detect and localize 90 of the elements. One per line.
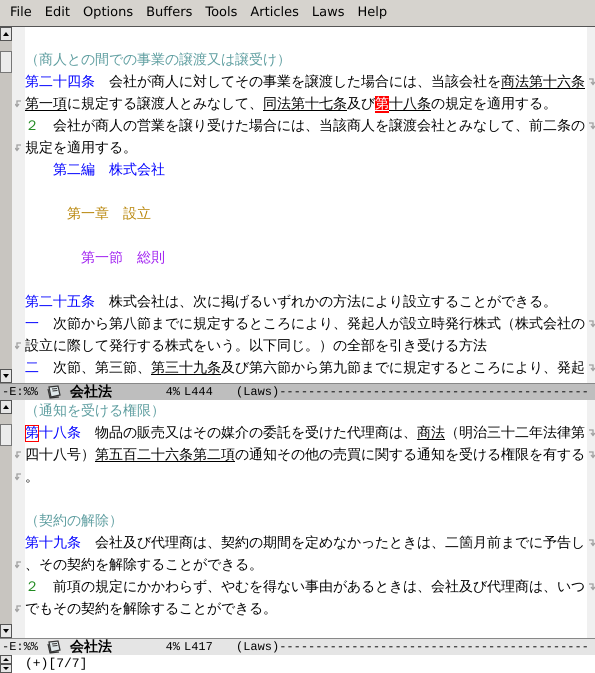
law-text: （明治三十二年法律第 — [445, 424, 585, 442]
paragraph-number: ２ — [25, 578, 39, 596]
cross-reference-link[interactable]: 商法 — [417, 424, 445, 442]
menu-item[interactable]: Buffers — [140, 3, 198, 23]
article-number: 十八条 — [39, 424, 81, 442]
article-number: 二 — [25, 360, 39, 376]
wrap-arrow-icon — [588, 539, 594, 547]
wrap-arrow-icon — [15, 342, 22, 350]
major-mode: (Laws) — [236, 639, 280, 655]
cross-reference-link[interactable]: 同法第十七条 — [263, 96, 347, 112]
law-text: 、その契約を解除することができる。 — [25, 556, 263, 574]
book-icon — [46, 385, 62, 399]
scroll-down-button[interactable] — [0, 624, 12, 638]
law-text: 次節から第八節までに規定するところにより、発起人が設立時発行株式（株式会社の — [52, 316, 585, 332]
law-text: 設立に際して発行する株式をいう。以下同じ。）の全部を引き受ける方法 — [25, 338, 487, 354]
law-text: の規定を適用する。 — [431, 96, 557, 112]
wrap-arrow-icon — [15, 144, 22, 152]
menu-item[interactable]: File — [4, 3, 38, 23]
mode-line-fill: ------------------------------------------- — [279, 639, 589, 655]
line-number: L417 — [184, 639, 214, 655]
cross-reference-link[interactable]: 第五百二十六条第二項 — [95, 446, 235, 464]
buffer-status: -E:%% — [2, 384, 40, 400]
law-text: 株式会社は、次に掲げるいずれかの方法により設立することができる。 — [108, 294, 557, 310]
scroll-up-button[interactable] — [0, 27, 12, 41]
buffer-status: -E:%% — [2, 639, 40, 655]
minibuffer-text: (+)[7/7] — [25, 655, 88, 673]
line-number: L444 — [184, 384, 214, 400]
law-text: 次節、第三節、 — [52, 360, 151, 376]
wrap-arrow-icon — [15, 605, 22, 613]
menu-item[interactable]: Help — [352, 3, 394, 23]
article-caption: （商人との間での事業の譲渡又は譲受け） — [25, 52, 291, 68]
cross-reference-link[interactable]: 商法第十六条 — [501, 74, 585, 90]
law-text: 四十八号） — [25, 446, 95, 464]
article-number: 第二十四条 — [25, 74, 95, 90]
menu-item[interactable]: Laws — [306, 3, 350, 23]
law-text: の通知その他の売買に関する通知を受ける権限を有する — [235, 446, 585, 464]
wrap-arrow-icon — [15, 561, 22, 569]
law-text: 物品の販売又はその媒介の委託を受けた代理商は、 — [94, 424, 417, 442]
article-caption: （通知を受ける権限） — [25, 402, 165, 420]
wrap-arrow-icon — [588, 122, 594, 130]
up-arrow-icon — [3, 32, 9, 36]
scroll-bar[interactable] — [0, 27, 12, 383]
section-heading: 第一節 総則 — [80, 250, 165, 266]
up-arrow-icon — [3, 405, 9, 409]
wrap-arrow-icon — [15, 451, 22, 459]
buffer-position: 4% — [164, 639, 180, 655]
scroll-down-button[interactable] — [0, 369, 12, 383]
law-text: に規定する譲渡人とみなして、 — [67, 96, 263, 112]
paragraph-number: ２ — [25, 118, 39, 134]
scroll-thumb[interactable] — [0, 424, 12, 446]
menu-item[interactable]: Articles — [244, 3, 305, 23]
chapter-heading: 第一章 設立 — [66, 206, 151, 222]
article-caption: （契約の解除） — [25, 512, 123, 530]
law-text: 会社が商人に対してその事業を譲渡した場合には、当該会社を — [108, 74, 501, 90]
wrap-arrow-icon — [15, 100, 22, 108]
wrap-arrow-icon — [588, 78, 594, 86]
buffer-position: 4% — [164, 384, 180, 400]
wrap-arrow-icon — [588, 429, 594, 437]
scroll-up-button[interactable] — [0, 400, 12, 414]
part-heading: 第二編 株式会社 — [52, 162, 165, 178]
article-number: 第二十五条 — [25, 294, 95, 310]
menu-item[interactable]: Edit — [38, 3, 76, 23]
law-text: 前項の規定にかかわらず、やむを得ない事由があるときは、会社及び代理商は、いつ — [52, 578, 585, 596]
cross-reference-link[interactable]: 第一項 — [25, 96, 67, 112]
law-text: 会社及び代理商は、契約の期間を定めなかったときは、二箇月前までに予告し — [94, 534, 585, 552]
law-text: 会社が商人の営業を譲り受けた場合には、当該商人を譲渡会社とみなして、前二条の — [52, 118, 585, 134]
law-text: 規定を適用する。 — [25, 140, 137, 156]
cursor: 第 — [25, 424, 39, 442]
cross-reference-link[interactable]: 第三十九条 — [151, 360, 221, 376]
law-text: でもその契約を解除することができる。 — [25, 600, 277, 618]
menu-item[interactable]: Tools — [199, 3, 244, 23]
scroll-bar[interactable] — [0, 400, 12, 638]
down-arrow-icon — [3, 374, 9, 378]
down-arrow-icon — [3, 629, 9, 633]
article-number: 第十九条 — [25, 534, 81, 552]
cross-reference-link[interactable]: 十八条 — [389, 96, 431, 112]
menu-item[interactable]: Options — [76, 3, 140, 23]
wrap-arrow-icon — [588, 364, 594, 372]
wrap-arrow-icon — [588, 451, 594, 459]
wrap-arrow-icon — [15, 473, 22, 481]
law-text: 及び第六節から第九節までに規定するところにより、発起 — [221, 360, 585, 376]
scroll-thumb[interactable] — [0, 51, 12, 73]
major-mode: (Laws) — [236, 384, 280, 400]
wrap-arrow-icon — [588, 320, 594, 328]
law-text: 。 — [25, 468, 39, 486]
wrap-arrow-icon — [588, 583, 594, 591]
law-text: 及び — [347, 96, 375, 112]
cursor: 第 — [375, 96, 389, 112]
article-number: 一 — [25, 316, 39, 332]
mode-line-fill: ------------------------------------------- — [279, 384, 589, 400]
